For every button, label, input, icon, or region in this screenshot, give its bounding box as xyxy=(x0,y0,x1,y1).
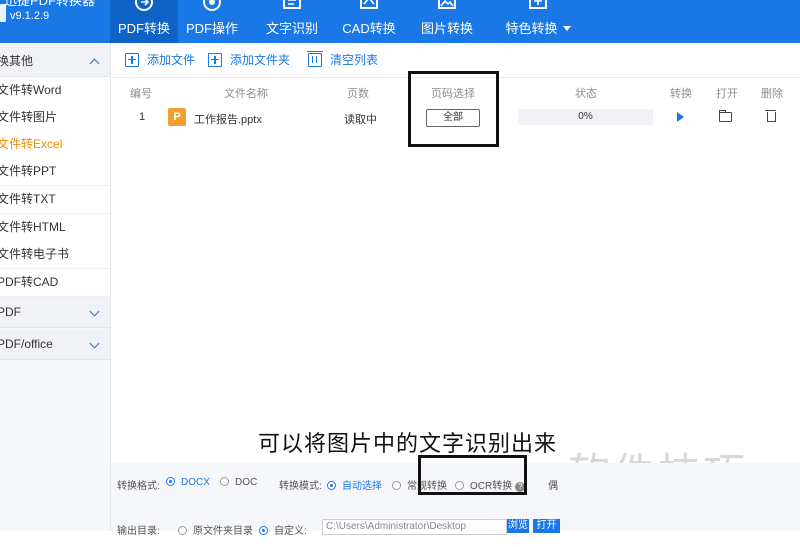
sidebar-group-label: PDF/office xyxy=(0,337,53,351)
chevron-down-icon xyxy=(89,338,100,349)
clear-list-button[interactable]: 清空列表 xyxy=(307,51,379,69)
partial-label: 偶 xyxy=(548,481,558,492)
sidebar-item-to-ppt[interactable]: 文件转PPT xyxy=(0,158,110,186)
header-delete: 删除 xyxy=(761,88,783,100)
format-doc-label: DOC xyxy=(235,477,258,488)
highlight-box-ocr xyxy=(418,455,527,495)
add-folder-button[interactable]: 添加文件夹 xyxy=(208,51,290,69)
header-pages: 页数 xyxy=(347,88,369,100)
header-status: 状态 xyxy=(575,88,597,100)
header-convert: 转换 xyxy=(670,88,692,100)
mode-label: 转换模式: xyxy=(279,481,322,492)
header-open: 打开 xyxy=(716,88,738,100)
sidebar-group-label: 换其他 xyxy=(0,54,34,68)
radio-icon xyxy=(392,481,401,490)
radio-icon xyxy=(220,477,229,486)
tab-image-convert[interactable]: 图片转换 xyxy=(413,0,481,43)
sidebar-group-other[interactable]: 换其他 xyxy=(0,46,110,77)
format-docx-label: DOCX xyxy=(181,477,210,488)
play-icon[interactable] xyxy=(677,112,684,122)
output-path-input[interactable]: C:\Users\Administrator\Desktop xyxy=(322,519,507,535)
row-num: 1 xyxy=(139,111,146,123)
output-custom-label: 自定义: xyxy=(274,526,307,537)
clear-list-label: 清空列表 xyxy=(330,53,379,67)
tab-ocr[interactable]: 文字识别 xyxy=(258,0,326,43)
chevron-down-icon xyxy=(89,306,100,317)
add-file-icon xyxy=(125,53,139,67)
row-file-name: 工作报告.pptx xyxy=(194,114,262,126)
special-icon xyxy=(529,0,547,9)
sidebar-item-to-ebook[interactable]: 文件转电子书 xyxy=(0,241,110,269)
sidebar-item-to-excel[interactable]: 文件转Excel xyxy=(0,131,110,159)
sidebar-group-pdf-office[interactable]: PDF/office xyxy=(0,329,110,360)
trash-icon xyxy=(307,51,323,67)
format-doc-radio[interactable]: DOC xyxy=(220,477,257,488)
sidebar-item-label: 文件转Word xyxy=(0,83,62,97)
sidebar-item-label: 文件转PPT xyxy=(0,164,57,178)
tab-label-wrap: 特色转换 xyxy=(500,18,576,37)
top-nav-bar: 迅捷PDF转换器 v9.1.2.9 PDF转换 PDF操作 文字识别 CAD转换… xyxy=(0,0,800,43)
tab-special-convert[interactable]: 特色转换 xyxy=(500,0,576,43)
pdf-tools-icon xyxy=(203,0,221,11)
tab-label: PDF操作 xyxy=(185,21,238,36)
ocr-icon xyxy=(283,0,301,9)
cad-icon xyxy=(360,0,378,9)
header-name: 文件名称 xyxy=(224,88,268,100)
sidebar-item-label: 文件转HTML xyxy=(0,220,66,234)
sidebar-item-to-html[interactable]: 文件转HTML xyxy=(0,214,110,242)
tab-cad-convert[interactable]: CAD转换 xyxy=(335,0,403,43)
add-file-button[interactable]: 添加文件 xyxy=(125,51,195,69)
mode-auto-label: 自动选择 xyxy=(342,481,382,492)
format-docx-radio[interactable]: DOCX xyxy=(166,477,210,488)
tab-label: 图片转换 xyxy=(420,21,473,36)
add-folder-label: 添加文件夹 xyxy=(230,53,291,67)
output-custom-radio[interactable]: 自定义: xyxy=(259,522,307,537)
output-source-label: 原文件夹目录 xyxy=(193,526,253,537)
sidebar-item-label: PDF转CAD xyxy=(0,275,59,289)
trash-icon[interactable] xyxy=(765,110,776,122)
header-num: 编号 xyxy=(130,88,152,100)
sidebar-item-label: 文件转图片 xyxy=(0,110,58,124)
tab-label: PDF转换 xyxy=(117,21,170,36)
mode-auto-radio[interactable]: 自动选择 xyxy=(327,477,382,492)
output-label: 输出目录: xyxy=(117,526,160,537)
add-folder-icon xyxy=(208,53,222,67)
convert-icon xyxy=(135,0,153,11)
sidebar-item-label: 文件转Excel xyxy=(0,137,63,151)
add-file-label: 添加文件 xyxy=(147,53,196,67)
progress-text: 0% xyxy=(578,111,593,122)
tab-pdf-operations[interactable]: PDF操作 xyxy=(178,0,246,43)
status-progress-bar: 0% xyxy=(518,109,653,125)
pptx-file-icon: P xyxy=(168,108,186,126)
sidebar-item-to-txt[interactable]: 文件转TXT xyxy=(0,186,110,214)
sidebar-item-to-word[interactable]: 文件转Word xyxy=(0,77,110,105)
sidebar-item-label: 文件转TXT xyxy=(0,192,56,206)
tab-label: 特色转换 xyxy=(505,21,558,36)
row-pages: 读取中 xyxy=(344,114,377,126)
app-title: 迅捷PDF转换器 xyxy=(4,0,96,8)
format-label: 转换格式: xyxy=(117,481,160,492)
highlight-box-page-select xyxy=(408,71,499,147)
tab-label: CAD转换 xyxy=(342,21,396,36)
image-icon xyxy=(438,0,456,9)
output-source-radio[interactable]: 原文件夹目录 xyxy=(178,522,253,537)
sidebar-group-label: PDF xyxy=(0,305,21,319)
tab-pdf-convert[interactable]: PDF转换 xyxy=(110,0,178,43)
caret-down-icon xyxy=(562,26,571,31)
app-version: v9.1.2.9 xyxy=(10,10,50,22)
radio-selected-icon xyxy=(166,477,175,486)
radio-selected-icon xyxy=(327,481,336,490)
sidebar-item-to-image[interactable]: 文件转图片 xyxy=(0,104,110,132)
sidebar-item-label: 文件转电子书 xyxy=(0,247,70,261)
tab-label: 文字识别 xyxy=(265,21,318,36)
sidebar-item-pdf-to-cad[interactable]: PDF转CAD xyxy=(0,269,110,297)
chevron-up-icon xyxy=(89,58,100,69)
sidebar-group-pdf[interactable]: PDF xyxy=(0,297,110,328)
folder-open-icon[interactable] xyxy=(719,110,732,122)
caption-text: 可以将图片中的文字识别出来 xyxy=(258,431,558,456)
sidebar: 换其他 文件转Word 文件转图片 文件转Excel 文件转PPT 文件转TXT… xyxy=(0,43,111,531)
